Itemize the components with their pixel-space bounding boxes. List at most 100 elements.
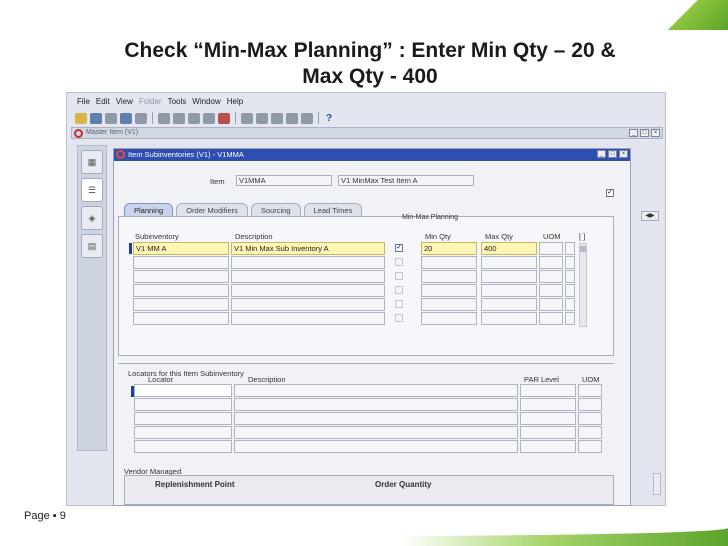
par-level-cell[interactable] (520, 412, 576, 425)
uom-cell[interactable] (539, 284, 563, 297)
locator-cell[interactable] (134, 384, 232, 397)
locator-uom-cell[interactable] (578, 384, 602, 397)
max-qty-cell[interactable] (481, 270, 537, 283)
print-icon[interactable] (120, 112, 132, 124)
min-qty-cell[interactable] (421, 284, 477, 297)
clear-icon[interactable] (203, 112, 215, 124)
description-cell[interactable] (231, 312, 385, 325)
side-tab-organizations-icon[interactable]: ▦ (81, 150, 103, 174)
locator-cell[interactable] (134, 412, 232, 425)
subinventory-cell[interactable] (133, 270, 229, 283)
locator-uom-cell[interactable] (578, 412, 602, 425)
subinventory-cell[interactable] (133, 312, 229, 325)
row-extra-cell[interactable] (565, 284, 575, 297)
locator-description-cell[interactable] (234, 398, 518, 411)
max-qty-cell[interactable] (481, 298, 537, 311)
locator-description-cell[interactable] (234, 426, 518, 439)
save-icon[interactable] (90, 112, 102, 124)
outer-scrollbar[interactable] (653, 473, 661, 495)
planning-scrollbar[interactable] (579, 243, 587, 327)
description-cell[interactable] (231, 284, 385, 297)
min-max-checkbox[interactable] (395, 272, 403, 280)
description-cell[interactable] (231, 270, 385, 283)
translations-icon[interactable] (271, 112, 283, 124)
folder-tools-icon[interactable] (301, 112, 313, 124)
par-level-cell[interactable] (520, 440, 576, 453)
row-extra-cell[interactable] (565, 298, 575, 311)
tab-lead-times[interactable]: Lead Times (303, 203, 363, 217)
min-qty-cell[interactable]: 20 (421, 242, 477, 255)
tab-order-modifiers[interactable]: Order Modifiers (176, 203, 248, 217)
help-icon[interactable]: ? (324, 113, 334, 124)
row-extra-cell[interactable] (565, 256, 575, 269)
paste-icon[interactable] (188, 112, 200, 124)
row-extra-cell[interactable] (565, 312, 575, 325)
uom-cell[interactable] (539, 256, 563, 269)
maximize-icon[interactable]: □ (608, 150, 617, 158)
menu-view[interactable]: View (116, 95, 133, 109)
min-max-checkbox[interactable] (395, 300, 403, 308)
header-checkbox[interactable]: ✓ (606, 189, 614, 197)
locator-cell[interactable] (134, 398, 232, 411)
subinventory-cell[interactable] (133, 256, 229, 269)
par-level-cell[interactable] (520, 398, 576, 411)
description-cell[interactable] (231, 298, 385, 311)
copy-icon[interactable] (173, 112, 185, 124)
edit-field-icon[interactable] (241, 112, 253, 124)
uom-cell[interactable] (539, 312, 563, 325)
max-qty-cell[interactable] (481, 284, 537, 297)
side-tab-attributes-icon[interactable]: ◈ (81, 206, 103, 230)
row-extra-cell[interactable] (565, 242, 575, 255)
minimize-icon[interactable]: _ (629, 129, 638, 137)
item-description-field[interactable]: V1 MinMax Test Item A (338, 175, 474, 186)
locator-description-cell[interactable] (234, 384, 518, 397)
minimize-icon[interactable]: _ (597, 150, 606, 158)
tab-sourcing[interactable]: Sourcing (250, 203, 301, 217)
locator-description-cell[interactable] (234, 440, 518, 453)
uom-cell[interactable] (539, 242, 563, 255)
side-tab-item-list-icon[interactable]: ☰ (81, 178, 103, 202)
min-qty-cell[interactable] (421, 298, 477, 311)
zoom-icon[interactable] (256, 112, 268, 124)
tab-planning[interactable]: Planning (124, 203, 174, 217)
locator-cell[interactable] (134, 426, 232, 439)
side-tab-details-icon[interactable]: ▤ (81, 234, 103, 258)
cut-icon[interactable] (158, 112, 170, 124)
attachments-icon[interactable] (286, 112, 298, 124)
subinventory-cell[interactable]: V1 MM A (133, 242, 229, 255)
maximize-icon[interactable]: □ (640, 129, 649, 137)
menu-folder[interactable]: Folder (139, 95, 162, 109)
locator-uom-cell[interactable] (578, 426, 602, 439)
menu-window[interactable]: Window (192, 95, 220, 109)
tab-scroll-arrows[interactable]: ◀▶ (641, 211, 659, 221)
locator-description-cell[interactable] (234, 412, 518, 425)
par-level-cell[interactable] (520, 426, 576, 439)
description-cell[interactable]: V1 Min Max Sub Inventory A (231, 242, 385, 255)
locator-cell[interactable] (134, 440, 232, 453)
menu-file[interactable]: File (77, 95, 90, 109)
open-folder-icon[interactable] (75, 112, 87, 124)
subinventory-cell[interactable] (133, 298, 229, 311)
uom-cell[interactable] (539, 270, 563, 283)
min-max-checkbox[interactable] (395, 286, 403, 294)
menu-tools[interactable]: Tools (168, 95, 187, 109)
description-cell[interactable] (231, 256, 385, 269)
max-qty-cell[interactable] (481, 312, 537, 325)
menu-help[interactable]: Help (227, 95, 243, 109)
min-qty-cell[interactable] (421, 270, 477, 283)
close-form-icon[interactable] (135, 112, 147, 124)
max-qty-cell[interactable] (481, 256, 537, 269)
max-qty-cell[interactable]: 400 (481, 242, 537, 255)
row-extra-cell[interactable] (565, 270, 575, 283)
delete-icon[interactable] (218, 112, 230, 124)
close-icon[interactable]: × (651, 129, 660, 137)
item-field[interactable]: V1MMA (236, 175, 332, 186)
locator-uom-cell[interactable] (578, 440, 602, 453)
subinventory-cell[interactable] (133, 284, 229, 297)
menu-edit[interactable]: Edit (96, 95, 110, 109)
uom-cell[interactable] (539, 298, 563, 311)
min-qty-cell[interactable] (421, 312, 477, 325)
min-max-checkbox[interactable]: ✓ (395, 244, 403, 252)
par-level-cell[interactable] (520, 384, 576, 397)
close-icon[interactable]: × (619, 150, 628, 158)
